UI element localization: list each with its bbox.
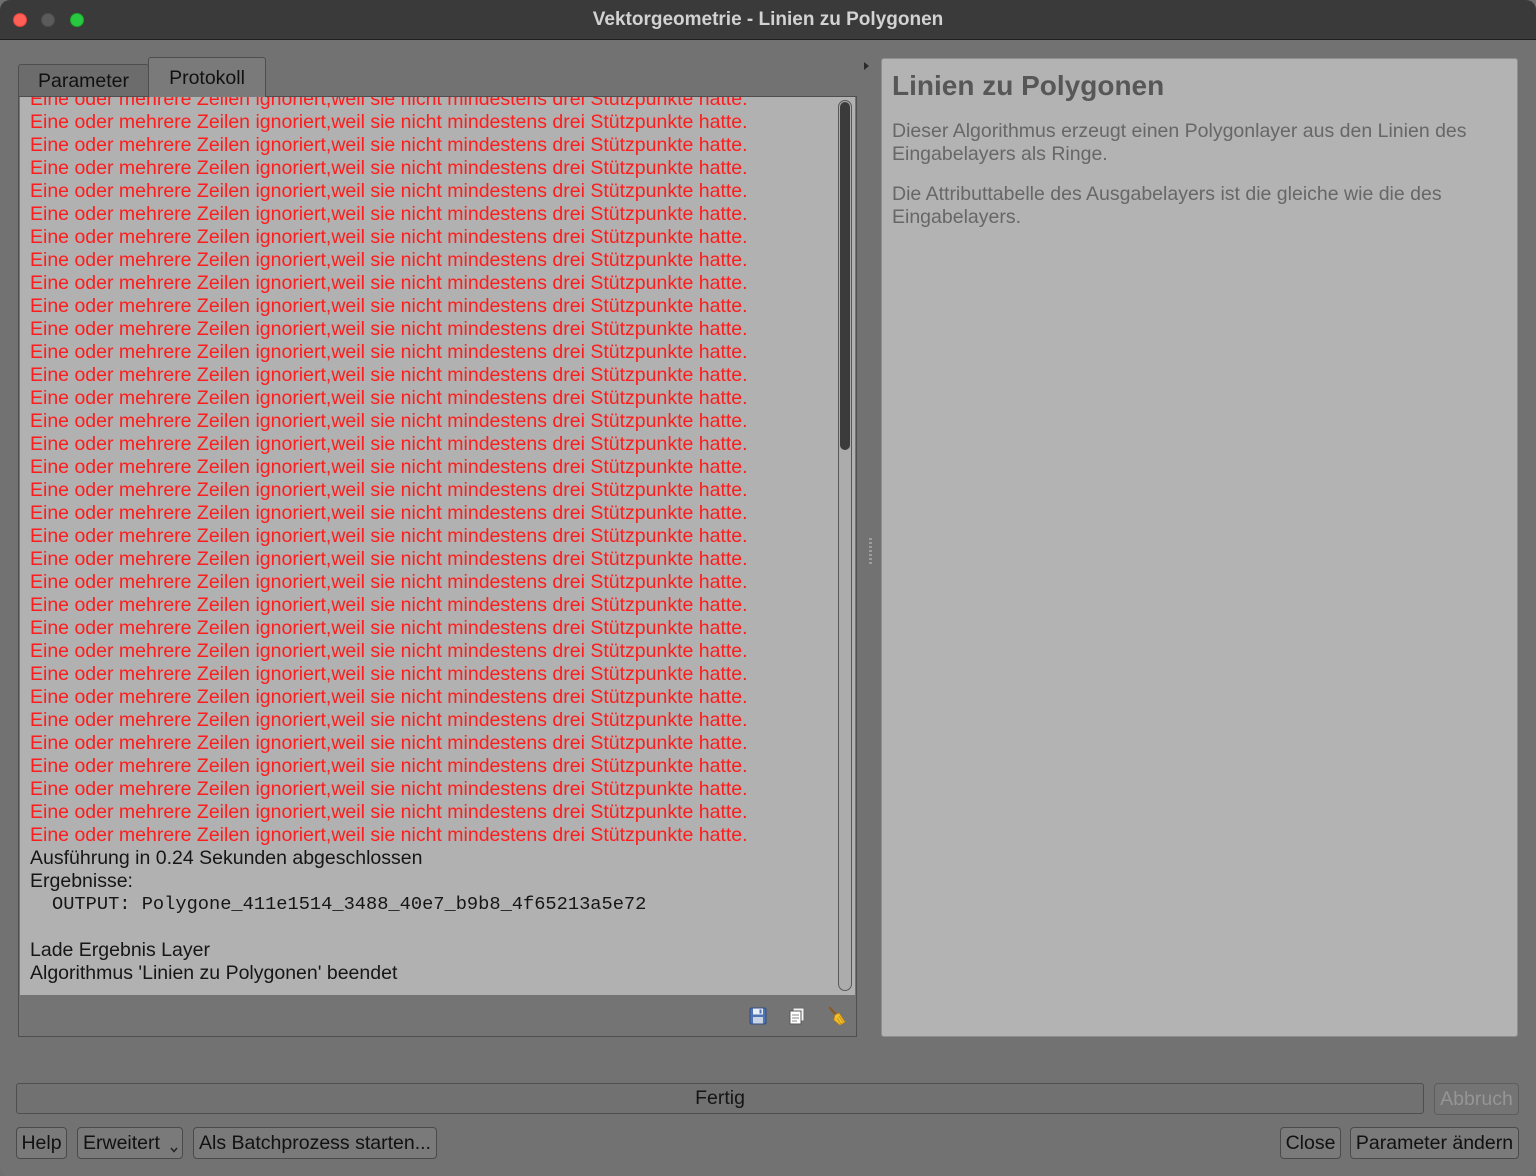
log-line: Algorithmus 'Linien zu Polygonen' beende… xyxy=(30,962,398,984)
log-error-line: Eine oder mehrere Zeilen ignoriert,weil … xyxy=(30,709,748,731)
log-error-line: Eine oder mehrere Zeilen ignoriert,weil … xyxy=(30,456,748,478)
log-error-line: Eine oder mehrere Zeilen ignoriert,weil … xyxy=(30,157,748,179)
log-viewport: Eine oder mehrere Zeilen ignoriert,weil … xyxy=(20,97,838,995)
log-error-line: Eine oder mehrere Zeilen ignoriert,weil … xyxy=(30,410,748,432)
log-error-line: Eine oder mehrere Zeilen ignoriert,weil … xyxy=(30,801,748,823)
log-output-line: OUTPUT: Polygone_411e1514_3488_40e7_b9b8… xyxy=(52,893,647,915)
copy-icon[interactable] xyxy=(787,1006,807,1026)
title-bar: Vektorgeometrie - Linien zu Polygonen xyxy=(0,0,1536,40)
log-error-line: Eine oder mehrere Zeilen ignoriert,weil … xyxy=(30,617,748,639)
tab-parameter[interactable]: Parameter xyxy=(18,64,149,97)
collapse-arrow-icon[interactable] xyxy=(864,62,869,70)
tab-protokoll[interactable]: Protokoll xyxy=(148,57,266,97)
log-error-line: Eine oder mehrere Zeilen ignoriert,weil … xyxy=(30,97,748,110)
log-error-line: Eine oder mehrere Zeilen ignoriert,weil … xyxy=(30,180,748,202)
log-line: Ausführung in 0.24 Sekunden abgeschlosse… xyxy=(30,847,423,869)
processing-dialog: Vektorgeometrie - Linien zu Polygonen Pa… xyxy=(0,0,1536,1176)
log-error-line: Eine oder mehrere Zeilen ignoriert,weil … xyxy=(30,318,748,340)
log-error-line: Eine oder mehrere Zeilen ignoriert,weil … xyxy=(30,134,748,156)
algorithm-help-panel: Linien zu Polygonen Dieser Algorithmus e… xyxy=(881,58,1518,1037)
log-error-line: Eine oder mehrere Zeilen ignoriert,weil … xyxy=(30,295,748,317)
log-error-line: Eine oder mehrere Zeilen ignoriert,weil … xyxy=(30,249,748,271)
progress-bar: Fertig xyxy=(16,1083,1424,1114)
clear-log-icon[interactable] xyxy=(826,1006,846,1026)
splitter-handle[interactable] xyxy=(869,538,872,564)
log-line: Lade Ergebnis Layer xyxy=(30,939,210,961)
log-error-line: Eine oder mehrere Zeilen ignoriert,weil … xyxy=(30,640,748,662)
advanced-button[interactable]: Erweitert xyxy=(77,1127,183,1159)
log-scrollbar-thumb[interactable] xyxy=(840,102,850,450)
log-blank-line xyxy=(30,916,838,939)
log-scrollbar[interactable] xyxy=(838,100,852,991)
close-button[interactable]: Close xyxy=(1280,1127,1341,1159)
log-error-line: Eine oder mehrere Zeilen ignoriert,weil … xyxy=(30,364,748,386)
log-line: Ergebnisse: xyxy=(30,870,133,892)
log-error-line: Eine oder mehrere Zeilen ignoriert,weil … xyxy=(30,732,748,754)
log-error-line: Eine oder mehrere Zeilen ignoriert,weil … xyxy=(30,387,748,409)
log-error-line: Eine oder mehrere Zeilen ignoriert,weil … xyxy=(30,226,748,248)
log-error-line: Eine oder mehrere Zeilen ignoriert,weil … xyxy=(30,755,748,777)
window-title: Vektorgeometrie - Linien zu Polygonen xyxy=(592,9,944,30)
help-title: Linien zu Polygonen xyxy=(892,70,1165,101)
log-error-line: Eine oder mehrere Zeilen ignoriert,weil … xyxy=(30,111,748,133)
chevron-down-icon xyxy=(170,1147,178,1153)
change-parameters-button[interactable]: Parameter ändern xyxy=(1350,1127,1519,1159)
log-error-line: Eine oder mehrere Zeilen ignoriert,weil … xyxy=(30,594,748,616)
log-error-line: Eine oder mehrere Zeilen ignoriert,weil … xyxy=(30,824,748,846)
help-paragraph: Dieser Algorithmus erzeugt einen Polygon… xyxy=(892,120,1467,165)
log-error-line: Eine oder mehrere Zeilen ignoriert,weil … xyxy=(30,272,748,294)
save-icon[interactable] xyxy=(748,1006,768,1026)
log-error-line: Eine oder mehrere Zeilen ignoriert,weil … xyxy=(30,548,748,570)
help-button[interactable]: Help xyxy=(16,1127,67,1159)
run-as-batch-button[interactable]: Als Batchprozess starten... xyxy=(193,1127,437,1159)
log-error-line: Eine oder mehrere Zeilen ignoriert,weil … xyxy=(30,433,748,455)
log-error-line: Eine oder mehrere Zeilen ignoriert,weil … xyxy=(30,571,748,593)
log-error-line: Eine oder mehrere Zeilen ignoriert,weil … xyxy=(30,203,748,225)
log-error-lines: Eine oder mehrere Zeilen ignoriert,weil … xyxy=(30,97,838,847)
log-error-line: Eine oder mehrere Zeilen ignoriert,weil … xyxy=(30,525,748,547)
log-error-line: Eine oder mehrere Zeilen ignoriert,weil … xyxy=(30,502,748,524)
advanced-button-label: Erweitert xyxy=(83,1132,160,1154)
help-description: Dieser Algorithmus erzeugt einen Polygon… xyxy=(892,120,1506,246)
help-paragraph: Die Attributtabelle des Ausgabelayers is… xyxy=(892,183,1442,228)
cancel-button[interactable]: Abbruch xyxy=(1434,1083,1519,1115)
log-error-line: Eine oder mehrere Zeilen ignoriert,weil … xyxy=(30,479,748,501)
log-error-line: Eine oder mehrere Zeilen ignoriert,weil … xyxy=(30,686,748,708)
log-error-line: Eine oder mehrere Zeilen ignoriert,weil … xyxy=(30,341,748,363)
log-error-line: Eine oder mehrere Zeilen ignoriert,weil … xyxy=(30,663,748,685)
log-error-line: Eine oder mehrere Zeilen ignoriert,weil … xyxy=(30,778,748,800)
